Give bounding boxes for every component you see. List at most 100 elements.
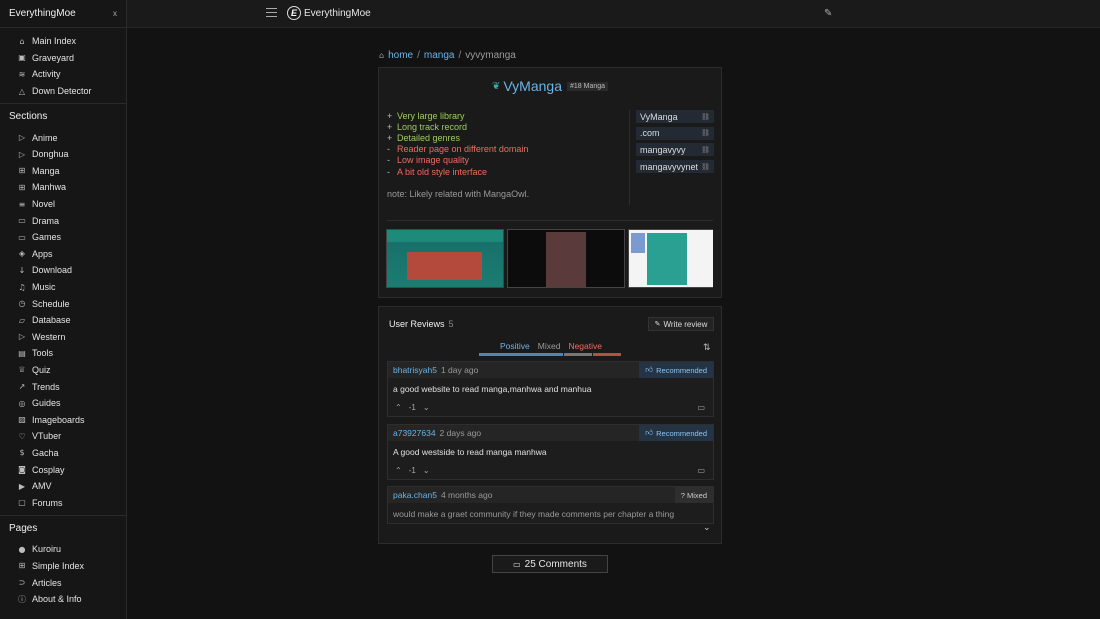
sidebar-item-drama[interactable]: ▭ Drama [0,212,126,229]
site-links: VyManga ⛓ .com ⛓ mangavyvy ⛓ mangavyvynet ⛓ [636,110,714,177]
review-user[interactable]: bhatrisyah5 [393,365,437,375]
ratio-segment [564,353,592,356]
sidebar-item-database[interactable]: ▱ Database [0,312,126,329]
layers-icon: ◈ [18,249,26,259]
upvote-icon[interactable]: ⌃ [395,403,402,412]
sidebar-item-label: Novel [32,199,56,210]
sidebar-item-label: Donghua [32,149,69,160]
sidebar-item-schedule[interactable]: ◷ Schedule [0,295,126,312]
image-icon: ▨ [18,415,26,425]
sidebar-item-kuroiru[interactable]: ● Kuroiru [0,541,126,558]
sidebar-item-games[interactable]: ▭ Games [0,229,126,246]
pro-item: + Detailed genres [387,132,461,143]
sidebar-item-main-index[interactable]: ⌂ Main Index [0,33,126,50]
screenshot-thumbnail[interactable] [386,229,504,288]
pencil-icon: ✎ [654,320,661,328]
comment-icon: ▭ [513,559,521,569]
sidebar-item-apps[interactable]: ◈ Apps [0,246,126,263]
tab-positive[interactable]: Positive [496,341,534,351]
reply-icon[interactable]: ▭ [697,403,705,412]
edit-icon[interactable]: ✎ [824,8,832,19]
sidebar-item-tools[interactable]: ▤ Tools [0,345,126,362]
sidebar-item-activity[interactable]: ≋ Activity [0,66,126,83]
sidebar-item-manga[interactable]: ⊞ Manga [0,163,126,180]
reviews-heading: User Reviews 5 [389,319,454,329]
site-note: note: Likely related with MangaOwl. [387,189,530,199]
sidebar-item-gacha[interactable]: $ Gacha [0,445,126,462]
sidebar-item-novel[interactable]: ≡ Novel [0,196,126,213]
screenshot-thumbnail[interactable] [507,229,625,288]
sidebar-item-vtuber[interactable]: ♡ VTuber [0,428,126,445]
upvote-icon[interactable]: ⌃ [395,466,402,475]
sidebar-item-western[interactable]: ▷ Western [0,329,126,346]
downvote-icon[interactable]: ⌄ [423,403,430,412]
sidebar-item-manhwa[interactable]: ⊞ Manhwa [0,179,126,196]
home-icon: ⌂ [19,36,25,46]
breadcrumb-home-link[interactable]: home [388,50,413,61]
sidebar-item-donghua[interactable]: ▷ Donghua [0,146,126,163]
sidebar-item-articles[interactable]: ⊃ Articles [0,574,126,591]
sidebar-item-label: Games [32,232,62,243]
sidebar-item-down-detector[interactable]: △ Down Detector [0,83,126,100]
site-link[interactable]: mangavyvynet ⛓ [636,160,714,174]
sidebar-item-label: Forums [32,497,63,508]
sidebar-item-anime[interactable]: ▷ Anime [0,129,126,146]
comments-button[interactable]: ▭ 25 Comments [492,555,608,573]
site-name[interactable]: VyManga [503,78,562,94]
ratio-segment [479,353,563,356]
menu-icon[interactable] [266,8,277,17]
sidebar-item-graveyard[interactable]: ▣ Graveyard [0,50,126,67]
sidebar-item-music[interactable]: ♫ Music [0,279,126,296]
write-review-button[interactable]: ✎ Write review [648,317,714,331]
link-icon: ⛓ [701,129,710,138]
chart-icon: ↗ [18,382,26,392]
recommendation-badge: 👍︎ Recommended [639,362,713,378]
sidebar-item-label: Drama [32,215,60,226]
sidebar-item-amv[interactable]: ▶ AMV [0,478,126,495]
camera-icon: ▭ [18,216,26,226]
site-link[interactable]: .com ⛓ [636,126,714,140]
sidebar-item-quiz[interactable]: ♕ Quiz [0,362,126,379]
chevron-down-icon[interactable]: ⌄ [703,523,711,533]
sidebar-item-label: Quiz [32,364,51,375]
sidebar-item-cosplay[interactable]: ◙ Cosplay [0,461,126,478]
recommendation-badge: 👍︎ Recommended [639,425,713,441]
tab-mixed[interactable]: Mixed [534,341,565,351]
thumbs-up-icon: 👍︎ [645,365,654,374]
link-icon: ⛓ [701,112,710,121]
sidebar-item-simple-index[interactable]: ⊞ Simple Index [0,558,126,575]
sidebar-item-label: About & Info [32,594,82,605]
rank-badge[interactable]: #18 Manga [566,81,609,91]
trophy-icon: ♕ [18,365,26,375]
sidebar-item-imageboards[interactable]: ▨ Imageboards [0,411,126,428]
review-user[interactable]: a73927634 [393,428,436,438]
site-link[interactable]: mangavyvy ⛓ [636,143,714,157]
review-item: a73927634 2 days ago 👍︎ Recommended A good w… [387,424,714,480]
sidebar-item-forums[interactable]: ▢ Forums [0,494,126,511]
review-user[interactable]: paka.chan5 [393,490,437,500]
downvote-icon[interactable]: ⌄ [423,466,430,475]
screenshot-thumbnail[interactable] [628,229,713,288]
sidebar-item-download[interactable]: ↓ Download [0,262,126,279]
camera-icon: ◙ [18,465,26,475]
link-icon: ⛓ [701,162,710,171]
top-bar: E EverythingMoe ✎ [127,0,1100,28]
tab-negative[interactable]: Negative [564,341,606,351]
sidebar-item-label: Tools [32,348,54,359]
sidebar-item-label: Imageboards [32,414,85,425]
sort-icon[interactable]: ⇅ [703,343,711,353]
review-time: 2 days ago [439,428,482,438]
sidebar-item-label: Guides [32,398,61,409]
site-link[interactable]: VyManga ⛓ [636,110,714,123]
sidebar-item-label: VTuber [32,431,62,442]
breadcrumb-manga-link[interactable]: manga [424,50,455,61]
sidebar-item-about-info[interactable]: ⓘ About & Info [0,591,126,608]
download-icon: ↓ [18,265,26,275]
sidebar-item-trends[interactable]: ↗ Trends [0,378,126,395]
sidebar-close-button[interactable]: x [113,9,117,18]
sidebar-item-label: Western [32,331,66,342]
site-logo[interactable]: E EverythingMoe [287,6,371,20]
reply-icon[interactable]: ▭ [697,466,705,475]
sidebar-item-guides[interactable]: ◎ Guides [0,395,126,412]
heart-icon: ♡ [18,431,26,441]
